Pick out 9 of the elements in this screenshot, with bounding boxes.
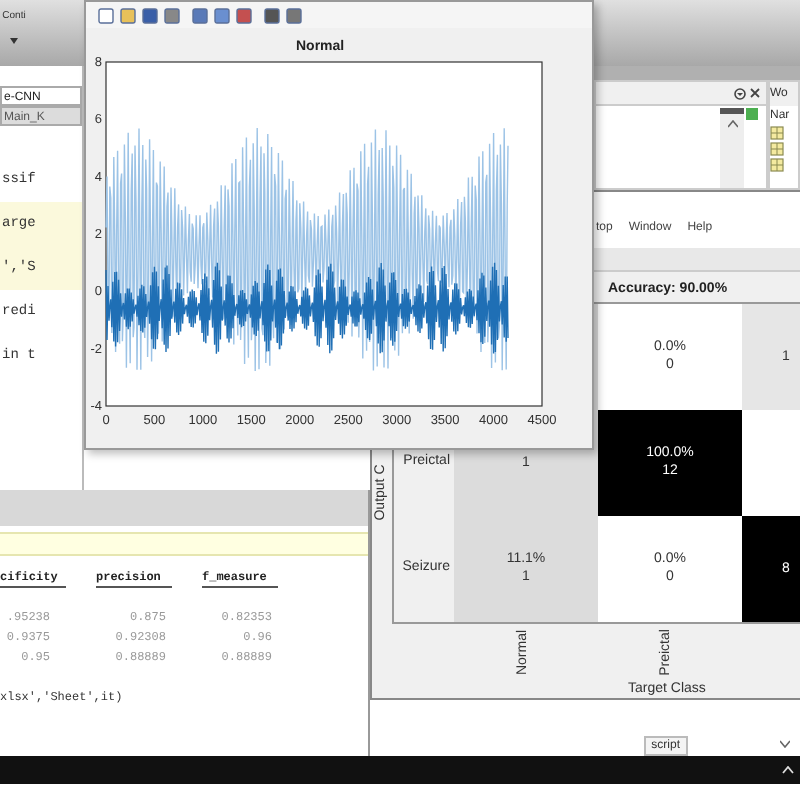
menu-icon[interactable]: [734, 87, 746, 99]
scrollbar[interactable]: [720, 108, 744, 188]
scroll-down-icon[interactable]: [779, 740, 789, 748]
scroll-up-icon[interactable]: [727, 120, 737, 128]
close-icon[interactable]: [750, 88, 760, 98]
caret-icon[interactable]: [10, 38, 18, 44]
chevron-up-icon[interactable]: [782, 766, 794, 774]
status-indicator: [746, 108, 758, 120]
scrollbar-thumb[interactable]: [720, 108, 744, 114]
